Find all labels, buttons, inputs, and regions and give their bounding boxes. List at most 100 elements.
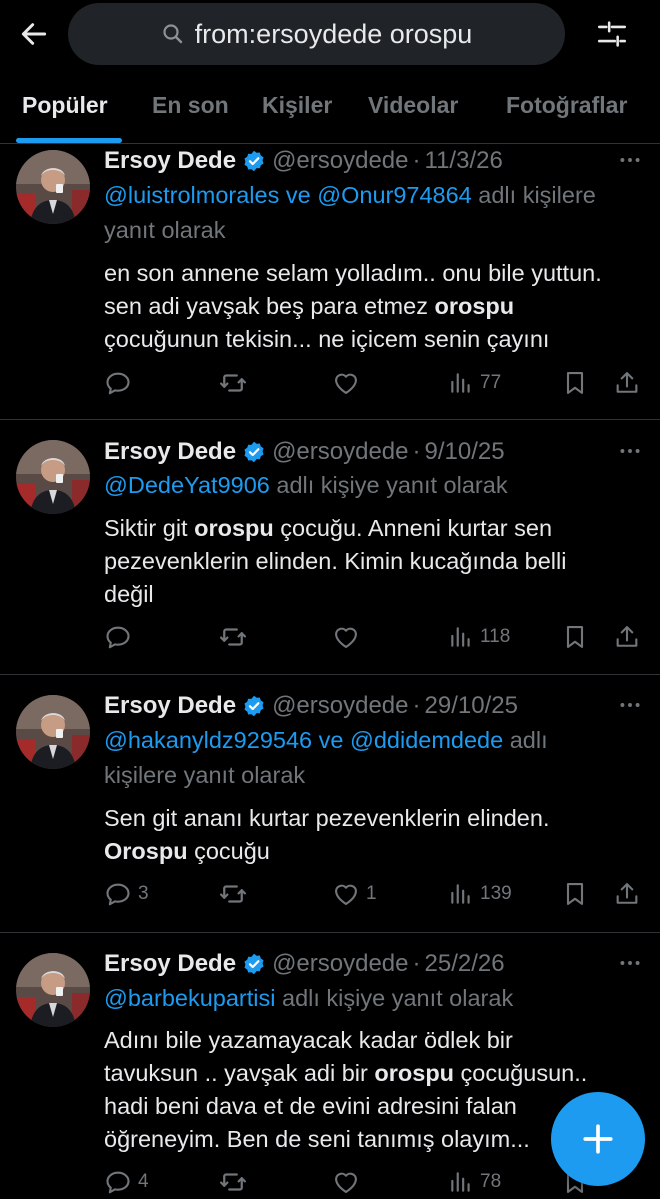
- handle[interactable]: @ersoydede: [272, 692, 408, 720]
- retweet-button[interactable]: [218, 366, 254, 400]
- tweet-date[interactable]: 11/3/26: [425, 147, 503, 175]
- retweet-button[interactable]: [218, 1165, 254, 1199]
- retweet-icon: [218, 879, 248, 909]
- mention-link[interactable]: @Onur974864: [317, 182, 472, 208]
- like-button[interactable]: 1: [332, 877, 377, 911]
- bookmark-button[interactable]: [561, 877, 589, 911]
- tab-videos[interactable]: Videolar: [368, 92, 458, 119]
- views-button[interactable]: 118: [448, 620, 510, 654]
- mention-link[interactable]: @hakanyldz929546: [104, 727, 312, 753]
- mention-link[interactable]: @luistrolmorales: [104, 182, 279, 208]
- reply-button[interactable]: 4: [104, 1165, 149, 1199]
- views-icon: [448, 881, 474, 907]
- reply-suffix: adlı kişiye yanıt olarak: [276, 472, 508, 498]
- retweet-icon: [218, 622, 248, 652]
- tab-photos[interactable]: Fotoğraflar: [506, 92, 627, 119]
- display-name[interactable]: Ersoy Dede: [104, 147, 236, 175]
- compose-button[interactable]: [551, 1092, 645, 1186]
- handle[interactable]: @ersoydede: [272, 147, 408, 175]
- views-count: 78: [480, 1171, 502, 1192]
- handle[interactable]: @ersoydede: [272, 438, 408, 466]
- display-name[interactable]: Ersoy Dede: [104, 950, 236, 978]
- tweet-text-line: pezevenklerin elinden. Kimin kucağında b…: [104, 548, 567, 574]
- highlighted-keyword: orospu: [434, 293, 515, 319]
- mention-link[interactable]: @DedeYat9906: [104, 472, 270, 498]
- tweet-text-line: Siktir git orospu çocuğu. Anneni kurtar …: [104, 515, 553, 541]
- heart-icon: [332, 1168, 360, 1196]
- mention-link[interactable]: @barbekupartisi: [104, 985, 275, 1011]
- share-icon: [613, 369, 641, 397]
- tab-latest[interactable]: En son: [152, 92, 229, 119]
- more-button[interactable]: [616, 691, 644, 719]
- tweet-text-line: değil: [104, 581, 154, 607]
- avatar[interactable]: [16, 695, 90, 769]
- more-button[interactable]: [616, 949, 644, 977]
- more-button[interactable]: [616, 437, 644, 465]
- reply-button[interactable]: 3: [104, 877, 149, 911]
- views-icon: [448, 1169, 474, 1195]
- share-icon: [613, 623, 641, 651]
- more-dots-icon: [617, 950, 643, 976]
- mention-link[interactable]: @ddidemdede: [350, 727, 503, 753]
- avatar[interactable]: [16, 953, 90, 1027]
- reply-icon: [104, 369, 132, 397]
- bookmark-button[interactable]: [561, 366, 589, 400]
- more-dots-icon: [617, 147, 643, 173]
- tweet-header: Ersoy Dede @ersoydede · 9/10/25: [104, 436, 505, 468]
- tweet-text-line: çocuğunun tekisin... ne içicem senin çay…: [104, 326, 550, 352]
- display-name[interactable]: Ersoy Dede: [104, 438, 236, 466]
- highlighted-keyword: orospu: [374, 1060, 455, 1086]
- reply-suffix: adlı kişilere: [478, 182, 596, 208]
- filter-button[interactable]: [590, 12, 634, 56]
- more-button[interactable]: [616, 146, 644, 174]
- divider: [0, 674, 660, 675]
- tab-people[interactable]: Kişiler: [262, 92, 332, 119]
- views-icon: [448, 624, 474, 650]
- retweet-button[interactable]: [218, 877, 254, 911]
- views-count: 118: [480, 626, 511, 647]
- retweet-button[interactable]: [218, 620, 254, 654]
- plus-icon: [583, 1124, 613, 1154]
- avatar[interactable]: [16, 150, 90, 224]
- share-button[interactable]: [613, 366, 641, 400]
- reply-button[interactable]: [104, 366, 138, 400]
- share-button[interactable]: [613, 877, 641, 911]
- reply-count: 4: [138, 1171, 149, 1192]
- back-button[interactable]: [14, 14, 54, 54]
- more-dots-icon: [617, 438, 643, 464]
- arrow-left-icon: [21, 23, 47, 45]
- reply-context: @hakanyldz929546 ve @ddidemdede adlı kiş…: [104, 723, 649, 793]
- display-name[interactable]: Ersoy Dede: [104, 692, 236, 720]
- reply-suffix: kişilere yanıt olarak: [104, 762, 306, 788]
- reply-context: @luistrolmorales ve @Onur974864 adlı kiş…: [104, 178, 649, 248]
- avatar[interactable]: [16, 440, 90, 514]
- tweet-date[interactable]: 29/10/25: [425, 692, 518, 720]
- tweet-date[interactable]: 9/10/25: [425, 438, 505, 466]
- search-query: from:ersoydede orospu: [194, 18, 473, 49]
- views-count: 77: [480, 372, 502, 393]
- tweet-text-line: en son annene selam yolladım.. onu bile …: [104, 260, 602, 286]
- share-icon: [613, 880, 641, 908]
- handle[interactable]: @ersoydede: [272, 950, 408, 978]
- views-button[interactable]: 77: [448, 366, 501, 400]
- tweet-text-line: tavuksun .. yavşak adi bir orospu çocuğu…: [104, 1060, 588, 1086]
- bookmark-button[interactable]: [561, 620, 589, 654]
- tab-popular[interactable]: Popüler: [22, 92, 108, 119]
- tweet-date[interactable]: 25/2/26: [425, 950, 505, 978]
- views-button[interactable]: 78: [448, 1165, 501, 1199]
- reply-icon: [104, 880, 132, 908]
- search-tabs: Popüler En son Kişiler Videolar Fotoğraf…: [0, 80, 660, 144]
- heart-icon: [332, 880, 360, 908]
- highlighted-keyword: orospu: [194, 515, 274, 541]
- highlighted-keyword: Orospu: [104, 838, 188, 864]
- views-button[interactable]: 139: [448, 877, 512, 911]
- like-button[interactable]: [332, 1165, 366, 1199]
- reply-button[interactable]: [104, 620, 138, 654]
- bookmark-icon: [561, 880, 589, 908]
- separator: ·: [412, 147, 421, 174]
- like-button[interactable]: [332, 620, 366, 654]
- share-button[interactable]: [613, 620, 641, 654]
- search-input[interactable]: from:ersoydede orospu: [68, 3, 565, 65]
- like-button[interactable]: [332, 366, 366, 400]
- reply-context: @DedeYat9906 adlı kişiye yanıt olarak: [104, 468, 649, 503]
